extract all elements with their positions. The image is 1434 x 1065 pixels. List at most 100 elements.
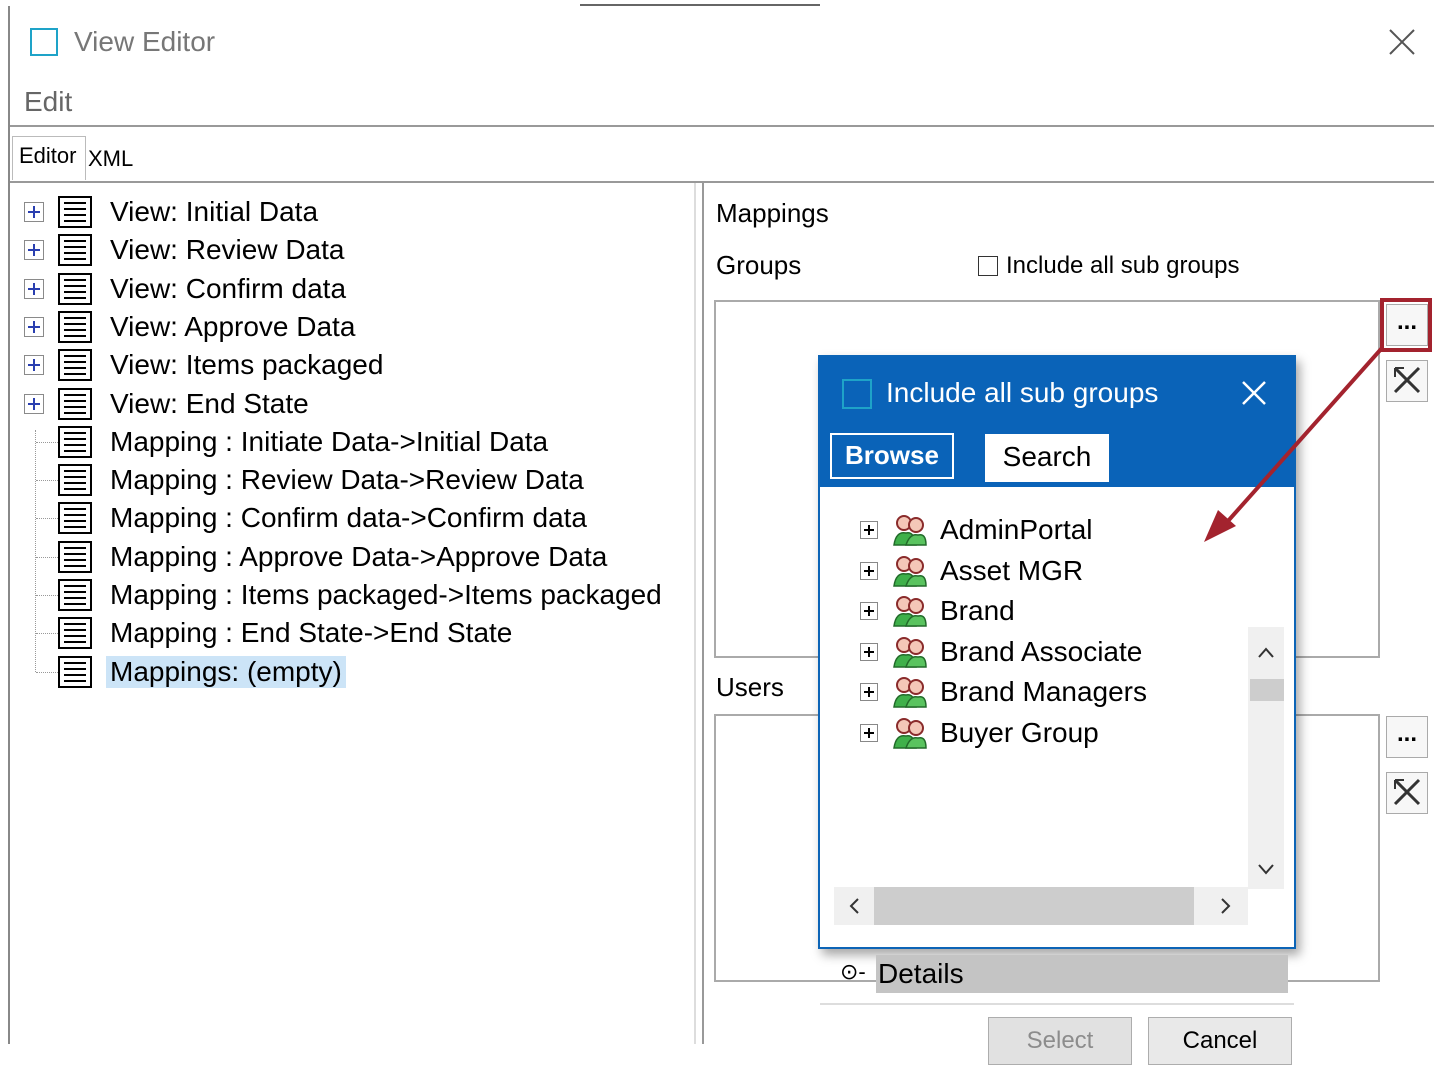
- tree-item-label: Mapping : Review Data->Review Data: [110, 464, 584, 495]
- tab-separator: [10, 181, 1434, 183]
- document-icon: [58, 349, 92, 381]
- tree-item[interactable]: Mappings: (empty): [58, 653, 346, 691]
- tree-item-label: View: Approve Data: [110, 311, 356, 342]
- tree-item[interactable]: Mapping : Confirm data->Confirm data: [58, 499, 591, 537]
- tab-editor[interactable]: Editor: [12, 136, 86, 180]
- annotation-arrow: [1204, 346, 1384, 542]
- group-item-label: Buyer Group: [940, 716, 1099, 748]
- group-item[interactable]: Brand Managers: [860, 673, 1147, 711]
- window-top-edge: [580, 4, 820, 6]
- cancel-button[interactable]: Cancel: [1148, 1017, 1292, 1065]
- tree-item[interactable]: View: Review Data: [24, 231, 348, 269]
- remove-icon: [1393, 366, 1421, 394]
- document-icon: [58, 464, 92, 496]
- tree-item[interactable]: View: Approve Data: [24, 308, 359, 346]
- users-browse-button[interactable]: ...: [1386, 716, 1428, 758]
- tree-item[interactable]: View: Initial Data: [24, 193, 322, 231]
- tree-item-label: Mapping : Confirm data->Confirm data: [110, 502, 587, 533]
- expand-icon[interactable]: [24, 317, 44, 337]
- groups-label: Groups: [716, 250, 802, 280]
- tree-item[interactable]: View: Confirm data: [24, 270, 350, 308]
- document-icon: [58, 234, 92, 266]
- tree-item-label: Mapping : Approve Data->Approve Data: [110, 541, 608, 572]
- menu-separator: [10, 125, 1434, 127]
- tree-connector: [36, 557, 58, 558]
- close-icon[interactable]: [1386, 26, 1418, 58]
- expand-icon[interactable]: [860, 683, 878, 701]
- tree-item-label: View: Confirm data: [110, 273, 347, 304]
- scrollbar-arrows: [1250, 647, 1284, 875]
- tree-item-label: View: End State: [110, 388, 309, 419]
- group-icon: [893, 555, 927, 587]
- users-label: Users: [716, 672, 784, 702]
- dialog-separator: [820, 1003, 1294, 1005]
- group-item[interactable]: AdminPortal: [860, 511, 1093, 549]
- tab-xml[interactable]: XML: [88, 136, 148, 180]
- tree-item[interactable]: View: Items packaged: [24, 346, 387, 384]
- remove-icon: [1393, 778, 1421, 806]
- menu-edit[interactable]: Edit: [24, 86, 72, 118]
- tree-item-label: View: Items packaged: [110, 349, 384, 380]
- expand-icon[interactable]: [860, 723, 878, 742]
- expand-icon[interactable]: [24, 355, 44, 375]
- expand-icon[interactable]: [24, 240, 44, 260]
- group-item[interactable]: Brand: [860, 592, 1015, 630]
- group-item-label: Brand Managers: [940, 676, 1148, 707]
- tree-connector: [36, 442, 58, 443]
- group-item[interactable]: Asset MGR: [860, 552, 1083, 590]
- document-icon: [58, 617, 92, 649]
- pane-splitter[interactable]: [694, 183, 696, 1044]
- tree-connector: [36, 480, 58, 481]
- horizontal-scrollbar[interactable]: [834, 887, 1248, 925]
- group-icon: [893, 596, 927, 627]
- expand-icon[interactable]: [860, 642, 878, 661]
- group-item-label: Brand Associate: [940, 635, 1143, 667]
- expand-icon[interactable]: [24, 279, 44, 299]
- select-button[interactable]: Select: [988, 1017, 1132, 1065]
- tree-item[interactable]: Mapping : Initiate Data->Initial Data: [58, 423, 552, 461]
- document-icon: [58, 311, 92, 343]
- groups-remove-button[interactable]: [1386, 360, 1428, 402]
- tree-connector: [36, 518, 58, 519]
- tree-connector: [36, 633, 58, 634]
- tree-item[interactable]: Mapping : Review Data->Review Data: [58, 461, 588, 499]
- group-item-label: Brand: [940, 595, 1015, 626]
- tab-search[interactable]: Search: [984, 433, 1110, 483]
- expand-icon[interactable]: [24, 202, 44, 222]
- document-icon: [58, 388, 92, 420]
- key-icon: ⊙-: [840, 959, 866, 984]
- tree-item[interactable]: View: End State: [24, 385, 313, 423]
- dialog-title: Include all sub groups: [886, 377, 1159, 408]
- expand-icon[interactable]: [24, 394, 44, 414]
- window-title: View Editor: [74, 26, 216, 57]
- include-sub-groups-checkbox[interactable]: Include all sub groups: [978, 252, 1239, 280]
- expand-icon[interactable]: [860, 602, 878, 620]
- document-icon: [58, 273, 92, 305]
- dialog-window-icon: [842, 379, 872, 409]
- tree-item[interactable]: Mapping : End State->End State: [58, 614, 516, 652]
- document-icon: [58, 579, 92, 611]
- expand-icon[interactable]: [860, 521, 878, 539]
- document-icon: [58, 656, 92, 688]
- group-icon: [893, 717, 927, 749]
- users-remove-button[interactable]: [1386, 772, 1428, 814]
- document-icon: [58, 541, 92, 573]
- group-icon: [893, 636, 927, 668]
- tree-item[interactable]: Mapping : Items packaged->Items packaged: [58, 576, 666, 614]
- group-item[interactable]: Buyer Group: [860, 714, 1099, 752]
- group-item-label: AdminPortal: [940, 514, 1093, 545]
- tree-connector: [36, 672, 58, 673]
- details-section[interactable]: Details: [876, 955, 1288, 993]
- tree-connector: [35, 430, 36, 672]
- group-item[interactable]: Brand Associate: [860, 633, 1142, 671]
- tree-item[interactable]: Mapping : Approve Data->Approve Data: [58, 538, 611, 576]
- group-icon: [893, 677, 927, 708]
- expand-icon[interactable]: [860, 561, 878, 580]
- tree-item-label: View: Initial Data: [110, 196, 319, 227]
- window-left-border: [8, 6, 10, 1044]
- tree-item-label: Mapping : Items packaged->Items packaged: [110, 579, 662, 610]
- document-icon: [58, 196, 92, 228]
- vertical-scrollbar[interactable]: [1248, 627, 1284, 889]
- checkbox-box[interactable]: [978, 256, 998, 276]
- tab-browse[interactable]: Browse: [830, 433, 954, 479]
